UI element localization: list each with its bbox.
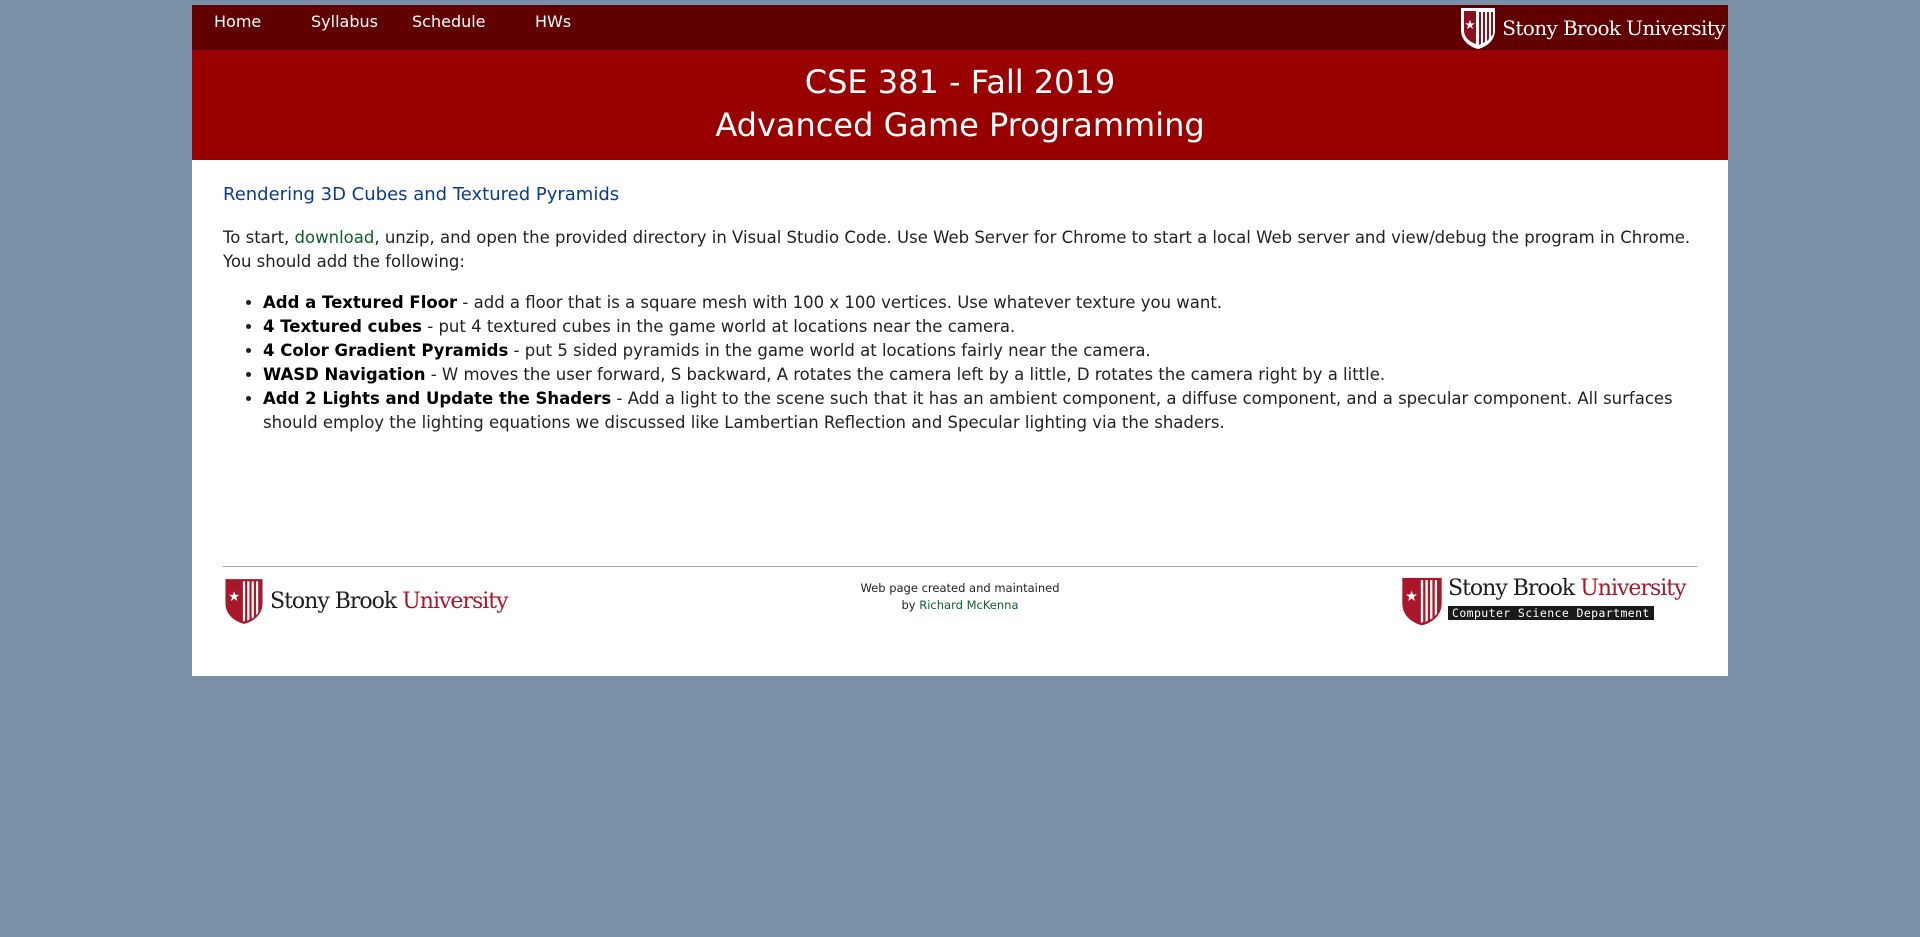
task-name: WASD Navigation: [263, 365, 426, 384]
task-name: 4 Color Gradient Pyramids: [263, 341, 509, 360]
nav-hws-link[interactable]: HWs: [535, 12, 571, 31]
logo-stony-brook: Stony Brook: [1448, 576, 1581, 601]
credit-author-line: by Richard McKenna: [760, 597, 1160, 614]
task-item: 4 Textured cubes - put 4 textured cubes …: [263, 315, 1697, 339]
footer-cs-department-logo[interactable]: Stony Brook University Computer Science …: [1400, 575, 1687, 627]
university-shield-icon: [1402, 577, 1442, 626]
task-desc: - put 4 textured cubes in the game world…: [422, 317, 1016, 336]
intro-before: To start,: [223, 228, 295, 247]
task-list: Add a Textured Floor - add a floor that …: [223, 291, 1697, 435]
course-code-title: CSE 381 - Fall 2019: [804, 63, 1116, 101]
page-container: Home Syllabus Schedule HWs Stony Brook U…: [192, 5, 1728, 676]
download-link[interactable]: download: [295, 228, 375, 247]
nav-schedule-link[interactable]: Schedule: [412, 12, 486, 31]
nav-syllabus-link[interactable]: Syllabus: [311, 12, 378, 31]
task-desc: - add a floor that is a square mesh with…: [457, 293, 1223, 312]
cs-logo-text: Stony Brook University: [1448, 576, 1687, 602]
logo-stony-brook: Stony Brook: [270, 588, 403, 614]
credit-line: Web page created and maintained: [860, 581, 1060, 595]
task-desc: - W moves the user forward, S backward, …: [425, 365, 1386, 384]
main-content: Rendering 3D Cubes and Textured Pyramids…: [223, 160, 1697, 435]
university-shield-icon: [1461, 8, 1496, 49]
footer-credit: Web page created and maintained by Richa…: [760, 580, 1160, 614]
nav-home-link[interactable]: Home: [214, 12, 261, 31]
footer-divider: [223, 566, 1697, 567]
cs-department-label: Computer Science Department: [1448, 606, 1654, 620]
task-desc: - put 5 sided pyramids in the game world…: [508, 341, 1151, 360]
task-item: 4 Color Gradient Pyramids - put 5 sided …: [263, 339, 1697, 363]
footer-logo-text: Stony Brook University: [270, 588, 509, 614]
task-item: WASD Navigation - W moves the user forwa…: [263, 363, 1697, 387]
logo-university: University: [402, 588, 508, 614]
nav-logo-text: Stony Brook University: [1502, 16, 1725, 40]
task-item: Add 2 Lights and Update the Shaders - Ad…: [263, 387, 1697, 435]
task-name: Add a Textured Floor: [263, 293, 458, 312]
top-navbar: Home Syllabus Schedule HWs Stony Brook U…: [192, 5, 1728, 50]
assignment-title: Rendering 3D Cubes and Textured Pyramids: [223, 184, 620, 205]
credit-by: by: [901, 598, 920, 612]
course-banner: CSE 381 - Fall 2019 Advanced Game Progra…: [192, 50, 1728, 160]
university-shield-icon: [225, 579, 263, 624]
task-name: Add 2 Lights and Update the Shaders: [263, 389, 612, 408]
course-name-title: Advanced Game Programming: [715, 106, 1205, 144]
footer-university-logo[interactable]: Stony Brook University: [223, 577, 509, 625]
intro-after: , unzip, and open the provided directory…: [223, 228, 1691, 271]
cs-logo-text-block: Stony Brook University Computer Science …: [1448, 576, 1687, 621]
nav-university-logo[interactable]: Stony Brook University: [1459, 6, 1726, 50]
task-name: 4 Textured cubes: [263, 317, 422, 336]
intro-paragraph: To start, download, unzip, and open the …: [223, 226, 1697, 274]
logo-university: University: [1580, 576, 1686, 601]
author-link[interactable]: Richard McKenna: [919, 598, 1018, 612]
task-item: Add a Textured Floor - add a floor that …: [263, 291, 1697, 315]
